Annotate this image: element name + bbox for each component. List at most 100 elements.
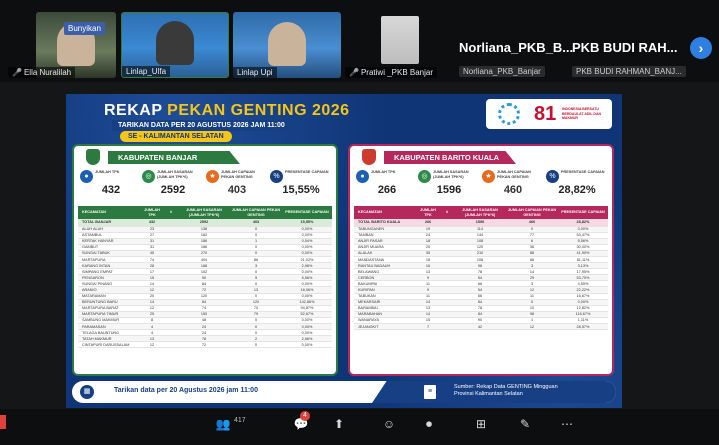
stat-row: ● JUMLAH TPK 432 ◎ JUMLAH SASARAN (JUMLAH T… (80, 170, 332, 204)
more-options-icon[interactable]: ⋯ (556, 415, 578, 433)
participant-video (156, 21, 194, 65)
stat-tpk: ● JUMLAH TPK 266 (356, 170, 418, 204)
table-cell: 460 (506, 219, 558, 227)
slide-title: REKAP PEKAN GENTING 2026 (104, 102, 350, 119)
table-cell: 72 (178, 341, 230, 349)
next-participants-icon[interactable]: › (690, 37, 712, 59)
table-cell (164, 219, 178, 227)
table-row: JEJANGKIT 7 42 12 28,57% (354, 323, 608, 331)
panel-title: KABUPATEN BARITO KUALA (384, 151, 516, 164)
achievement-icon: ★ (206, 170, 219, 183)
achievement-icon: ★ (482, 170, 495, 183)
stat-sasaran: ◎ JUMLAH SASARAN (JUMLAH TPK*6) 1596 (418, 170, 480, 204)
share-screen-icon[interactable]: ⬆ (328, 415, 350, 433)
table-cell: 12 (506, 323, 558, 331)
participant-tile-upi[interactable]: Linlap Upi (233, 12, 341, 78)
team-icon: ● (80, 170, 93, 183)
mic-muted-icon: 🎤 (349, 68, 359, 77)
logo-panel: 81 INDONESIA BERSATU BERDAULAT ADIL DAN … (486, 99, 612, 129)
participant-strip: Bunyikan 🎤 Ella Nuralilah Linlap_Ulfa Lin… (0, 0, 719, 82)
document-icon: ≡ (424, 385, 436, 399)
table-cell: 2592 (178, 219, 230, 227)
footer-source: Sumber: Rekap Data GENTING Mingguan Prov… (454, 384, 558, 397)
table-cell: JEJANGKIT (354, 323, 416, 331)
table-cell: 7 (416, 323, 440, 331)
participant-name: Linlap Upi (233, 67, 277, 78)
table-cell: TOTAL BARITO KUALA (354, 219, 416, 227)
meeting-window: Bunyikan 🎤 Ella Nuralilah Linlap_Ulfa Lin… (0, 0, 719, 445)
table-total-row: TOTAL BANJAR 432 2592 403 15,55% (78, 219, 332, 227)
stat-presentase: % PRESENTASE CAPAIAN 15,55% (270, 170, 332, 204)
stat-sasaran: ◎ JUMLAH SASARAN (JUMLAH TPK*6) 2592 (142, 170, 204, 204)
batola-emblem-icon (362, 149, 376, 165)
table-cell: 403 (230, 219, 282, 227)
whiteboard-icon[interactable]: ✎ (514, 415, 536, 433)
participant-name: Linlap_Ulfa (122, 66, 171, 77)
meeting-toolbar: 👥 417 💬 4 ⬆ ☺ ⏺ ⊞ ✎ ⋯ (0, 409, 719, 445)
team-icon: ● (356, 170, 369, 183)
reactions-icon[interactable]: ☺ (378, 415, 400, 433)
logo-tagline: INDONESIA BERSATU BERDAULAT ADIL DAN MAK… (562, 107, 602, 120)
participant-name: PKB BUDI RAHMAN_BANJ... (572, 66, 686, 77)
mic-status-indicator (0, 415, 6, 429)
slide-footer: ▦ Tarikan data per 20 Agustus 2026 jam 1… (72, 381, 616, 403)
logo-81: 81 (534, 103, 557, 125)
participant-video (268, 22, 306, 66)
calendar-icon: ▦ (80, 385, 94, 399)
participants-icon[interactable]: 👥 (212, 415, 234, 433)
mic-muted-icon: 🎤 (12, 68, 22, 77)
target-icon: ◎ (418, 170, 431, 183)
data-table: KECAMATAN JUMLAH TPK # JUMLAH SASARAN (J… (354, 206, 608, 331)
unmute-badge[interactable]: Bunyikan (64, 22, 105, 35)
stat-presentase: % PRESENTASE CAPAIAN 28,82% (546, 170, 608, 204)
table-cell (440, 323, 454, 331)
participant-name: Ella Nuralilah (23, 68, 72, 77)
participant-count: 417 (234, 417, 246, 424)
table-cell: 432 (140, 219, 164, 227)
table-cell (440, 219, 454, 227)
region-badge: SE - KALIMANTAN SELATAN (120, 131, 232, 142)
participant-video (381, 16, 419, 64)
table-cell: 28,82% (558, 219, 608, 227)
table-cell (164, 341, 178, 349)
table-cell: TOTAL BANJAR (78, 219, 140, 227)
table-cell: 1596 (454, 219, 506, 227)
table-cell: 266 (416, 219, 440, 227)
table-cell: 0,00% (282, 341, 332, 349)
stat-row: ● JUMLAH TPK 266 ◎ JUMLAH SASARAN (JUMLAH T… (356, 170, 608, 204)
participant-label-ella: 🎤 Ella Nuralilah (8, 64, 108, 78)
table-cell: 28,57% (558, 323, 608, 331)
stat-capaian: ★ JUMLAH CAPAIAN PEKAN GENTING 460 (482, 170, 544, 204)
stat-tpk: ● JUMLAH TPK 432 (80, 170, 142, 204)
percent-icon: % (546, 170, 559, 183)
table-cell: 12 (140, 341, 164, 349)
table-cell: 15,55% (282, 219, 332, 227)
record-icon[interactable]: ⏺ (418, 415, 440, 433)
participant-tile-ulfa[interactable]: Linlap_Ulfa (121, 12, 229, 78)
participant-name: Norliana_PKB_Banjar (459, 66, 545, 77)
participant-name-large[interactable]: Norliana_PKB_B... (459, 40, 573, 55)
percent-icon: % (270, 170, 283, 183)
panel-banjar: KABUPATEN BANJAR ● JUMLAH TPK 432 ◎ JUMLAH … (72, 144, 338, 376)
panel-barito-kuala: KABUPATEN BARITO KUALA ● JUMLAH TPK 266 ◎ J… (348, 144, 614, 376)
participant-name-large[interactable]: PKB BUDI RAH... (572, 40, 677, 55)
chat-badge: 4 (300, 411, 310, 421)
table-cell: CINTAPURI DARUSSALAM (78, 341, 140, 349)
data-table: KECAMATAN JUMLAH TPK # JUMLAH SASARAN (J… (78, 206, 332, 349)
footer-date: Tarikan data per 20 Agustus 2026 jam 11:… (114, 387, 258, 394)
stat-capaian: ★ JUMLAH CAPAIAN PEKAN GENTING 403 (206, 170, 268, 204)
shared-screen-slide: REKAP PEKAN GENTING 2026 TARIKAN DATA PE… (66, 94, 622, 408)
slide-subtitle: TARIKAN DATA PER 20 AGUSTUS 2026 JAM 11:… (112, 120, 291, 131)
participant-name: Pratiwi _PKB Banjar (360, 68, 433, 77)
table-cell: 0 (230, 341, 282, 349)
banjar-emblem-icon (86, 149, 100, 165)
table-row: CINTAPURI DARUSSALAM 12 72 0 0,00% (78, 341, 332, 349)
participant-tile-pratiwi[interactable]: 🎤 Pratiwi _PKB Banjar (345, 12, 455, 78)
table-cell: 42 (454, 323, 506, 331)
bkkbn-logo-icon (498, 103, 520, 125)
footer-source-band: ≡ Sumber: Rekap Data GENTING Mingguan Pr… (372, 381, 616, 403)
apps-icon[interactable]: ⊞ (470, 415, 492, 433)
target-icon: ◎ (142, 170, 155, 183)
table-total-row: TOTAL BARITO KUALA 266 1596 460 28,82% (354, 219, 608, 227)
panel-title: KABUPATEN BANJAR (108, 151, 240, 164)
